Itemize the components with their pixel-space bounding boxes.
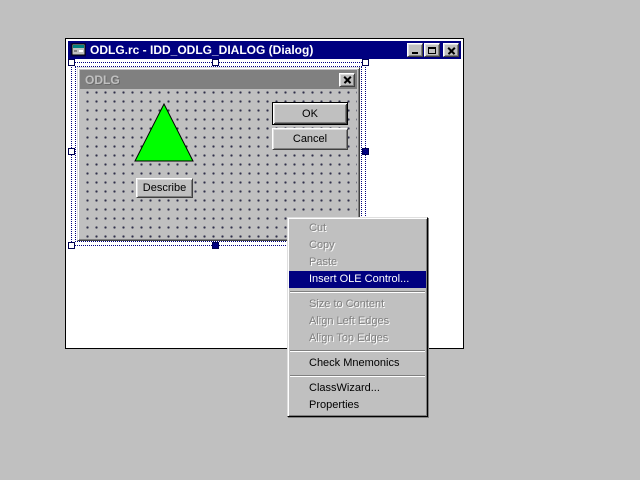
menu-item-align-left-edges: Align Left Edges — [289, 313, 426, 330]
cancel-button[interactable]: Cancel — [272, 128, 348, 150]
close-icon — [344, 76, 351, 83]
menu-item-cut: Cut — [289, 220, 426, 237]
close-button[interactable] — [443, 43, 459, 57]
menu-item-paste: Paste — [289, 254, 426, 271]
selection-handle-top-right[interactable] — [362, 59, 369, 66]
triangle-graphic[interactable] — [133, 102, 195, 163]
selection-handle-top-mid[interactable] — [212, 59, 219, 66]
edited-dialog-titlebar[interactable]: ODLG — [80, 70, 357, 89]
edited-dialog-close-button[interactable] — [339, 73, 355, 87]
maximize-icon — [428, 47, 436, 54]
context-menu: CutCopyPasteInsert OLE Control... Size to… — [287, 217, 428, 417]
menu-item-classwizard[interactable]: ClassWizard... — [289, 380, 426, 397]
menu-item-check-mnemonics[interactable]: Check Mnemonics — [289, 355, 426, 372]
selection-handle-top-left[interactable] — [68, 59, 75, 66]
selection-handle-right-mid[interactable] — [362, 148, 369, 155]
window-title: ODLG.rc - IDD_ODLG_DIALOG (Dialog) — [90, 43, 407, 57]
menu-item-properties[interactable]: Properties — [289, 397, 426, 414]
menu-separator — [290, 291, 425, 293]
selection-handle-bottom-mid[interactable] — [212, 242, 219, 249]
selection-handle-bottom-left[interactable] — [68, 242, 75, 249]
desktop: { "window": { "title": "ODLG.rc - IDD_OD… — [0, 0, 640, 480]
edited-dialog-title: ODLG — [82, 73, 339, 87]
menu-item-insert-ole-control[interactable]: Insert OLE Control... — [289, 271, 426, 288]
minimize-icon — [412, 52, 418, 54]
menu-item-size-to-content: Size to Content — [289, 296, 426, 313]
menu-item-copy: Copy — [289, 237, 426, 254]
window-titlebar[interactable]: ODLG.rc - IDD_ODLG_DIALOG (Dialog) — [68, 41, 461, 59]
triangle-shape — [135, 104, 193, 161]
menu-item-align-top-edges: Align Top Edges — [289, 330, 426, 347]
selection-handle-left-mid[interactable] — [68, 148, 75, 155]
close-icon — [448, 47, 455, 54]
maximize-button[interactable] — [424, 43, 440, 57]
minimize-button[interactable] — [407, 43, 423, 57]
menu-separator — [290, 375, 425, 377]
dialog-resource-icon[interactable] — [70, 43, 86, 57]
edited-dialog[interactable]: ODLG OK Cancel Describe — [77, 67, 360, 241]
menu-separator — [290, 350, 425, 352]
ok-button[interactable]: OK — [272, 102, 348, 125]
describe-button[interactable]: Describe — [136, 178, 193, 198]
